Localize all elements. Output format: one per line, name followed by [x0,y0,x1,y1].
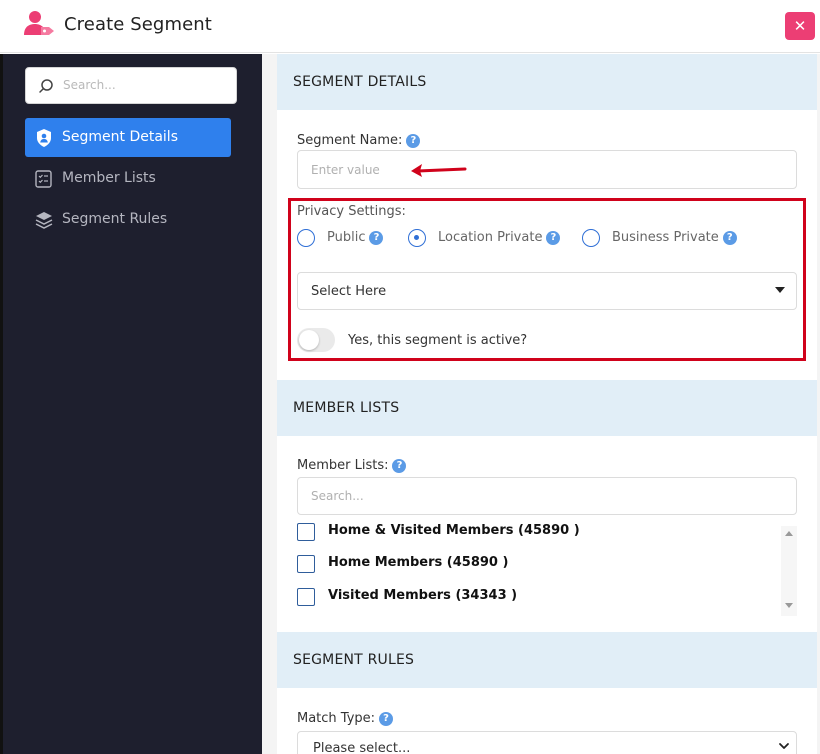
sidebar-item-segment-rules[interactable]: Segment Rules [25,200,231,239]
member-lists-search-input[interactable] [297,477,797,515]
toggle-knob [299,330,319,350]
privacy-option-location-label: Location Private? [438,230,561,245]
help-icon[interactable]: ? [546,231,561,245]
match-type-label: Match Type:? [297,711,394,726]
sidebar-edge [0,54,3,754]
arrow-annotation-icon [411,164,467,177]
search-icon [39,79,53,93]
close-button[interactable]: ✕ [785,12,815,40]
member-list-label: Home Members (45890 ) [328,555,509,570]
section-header-segment-rules: SEGMENT RULES [277,632,817,688]
member-lists-label-text: Member Lists: [297,458,389,473]
user-tag-icon [24,11,54,35]
match-type-select[interactable]: Please select... [297,731,797,754]
section-title: SEGMENT RULES [293,652,415,668]
privacy-option-text: Business Private [612,230,719,245]
privacy-option-business-label: Business Private? [612,230,737,245]
sidebar-item-member-lists[interactable]: Member Lists [25,159,231,198]
sidebar-item-label: Segment Details [62,129,178,145]
privacy-select-value: Select Here [311,284,387,299]
scroll-up-icon[interactable] [785,531,793,536]
match-type-value: Please select... [313,741,411,754]
section-title: MEMBER LISTS [293,400,400,416]
segment-name-label: Segment Name:? [297,133,421,148]
privacy-radio-public[interactable] [297,229,315,247]
scroll-down-icon[interactable] [785,603,793,608]
help-icon[interactable]: ? [722,231,737,245]
member-list-checkbox-home[interactable] [297,555,315,573]
segment-active-toggle[interactable] [297,328,335,352]
segment-active-label: Yes, this segment is active? [348,333,528,348]
match-type-label-text: Match Type: [297,711,376,726]
help-icon[interactable]: ? [369,231,384,245]
privacy-radio-location-private[interactable] [408,229,426,247]
chevron-down-icon [779,743,789,749]
segment-name-label-text: Segment Name: [297,133,403,148]
segment-name-input[interactable] [297,150,797,189]
page-title: Create Segment [64,14,212,35]
member-list-label: Home & Visited Members (45890 ) [328,523,580,538]
sidebar-search-input[interactable]: Search... [25,67,237,104]
sidebar-item-label: Member Lists [62,170,156,186]
privacy-option-text: Public [327,230,366,245]
header: Create Segment ✕ [0,0,820,53]
list-check-icon [35,170,52,188]
sidebar-search-placeholder: Search... [63,78,116,92]
member-list-label: Visited Members (34343 ) [328,588,518,603]
shield-people-icon [37,129,51,147]
help-icon[interactable]: ? [406,134,421,148]
help-icon[interactable]: ? [392,459,407,473]
privacy-option-text: Location Private [438,230,543,245]
layers-icon [35,212,53,229]
privacy-select[interactable]: Select Here [297,272,797,310]
privacy-settings-label: Privacy Settings: [297,204,406,219]
sidebar-item-segment-details[interactable]: Segment Details [25,118,231,157]
help-icon[interactable]: ? [379,712,394,726]
section-title: SEGMENT DETAILS [293,74,427,90]
privacy-radio-business-private[interactable] [582,229,600,247]
member-lists-label: Member Lists:? [297,458,407,473]
sidebar-item-label: Segment Rules [62,211,168,227]
caret-down-icon [775,287,785,293]
member-list-checkbox-visited[interactable] [297,588,315,606]
member-list-checkbox-home-visited[interactable] [297,523,315,541]
section-header-segment-details: SEGMENT DETAILS [277,54,817,110]
privacy-option-public-label: Public? [327,230,384,245]
section-header-member-lists: MEMBER LISTS [277,380,817,436]
